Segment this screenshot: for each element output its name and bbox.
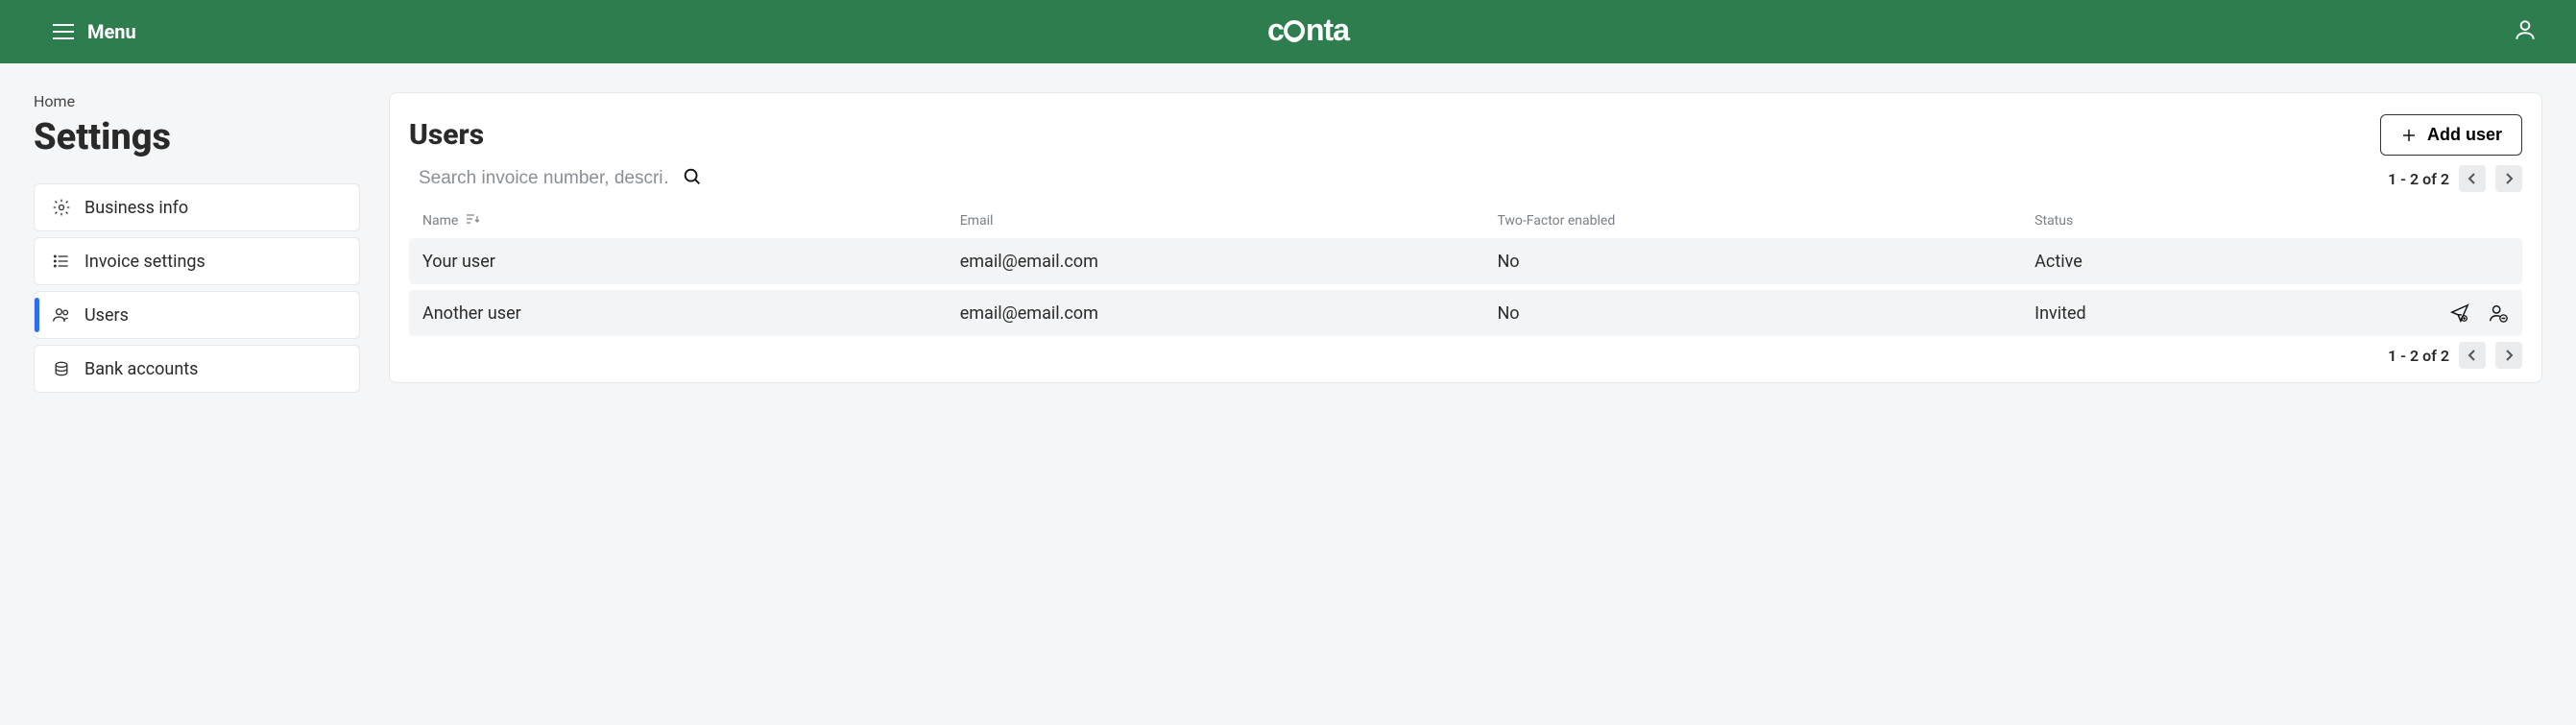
sidebar-item-label: Business info [84, 198, 188, 218]
cell-status: Active [2034, 252, 2384, 272]
resend-invite-icon[interactable] [2449, 302, 2470, 324]
table-row[interactable]: Another user email@email.com No Invited [409, 290, 2522, 336]
pagination-text: 1 - 2 of 2 [2388, 170, 2449, 188]
add-user-button[interactable]: Add user [2380, 114, 2522, 156]
search-input[interactable] [419, 168, 668, 189]
svg-text:nta: nta [1306, 15, 1350, 47]
chevron-right-icon [2504, 173, 2514, 184]
next-page-button[interactable] [2495, 342, 2522, 369]
col-name[interactable]: Name [422, 213, 458, 229]
pagination-top: 1 - 2 of 2 [2388, 165, 2522, 192]
remove-user-icon[interactable] [2488, 302, 2509, 324]
pagination-bottom: 1 - 2 of 2 [2388, 342, 2522, 369]
col-status[interactable]: Status [2034, 213, 2384, 229]
plus-icon [2400, 127, 2418, 144]
app-header: Menu c nta [0, 0, 2576, 63]
sidebar-item-business-info[interactable]: Business info [34, 183, 360, 231]
chevron-left-icon [2468, 173, 2477, 184]
prev-page-button[interactable] [2459, 342, 2486, 369]
cell-tfa: No [1497, 303, 2034, 324]
sort-icon[interactable] [466, 213, 479, 229]
sidebar: Home Settings Business info Invoice sett… [34, 92, 360, 393]
cell-name: Your user [422, 252, 960, 272]
sidebar-item-invoice-settings[interactable]: Invoice settings [34, 237, 360, 285]
svg-text:c: c [1267, 15, 1284, 47]
sidebar-item-users[interactable]: Users [34, 291, 360, 339]
brand-logo: c nta [1267, 15, 1381, 48]
users-icon [52, 305, 71, 325]
next-page-button[interactable] [2495, 165, 2522, 192]
breadcrumb[interactable]: Home [34, 92, 360, 110]
sidebar-item-label: Bank accounts [84, 359, 198, 379]
menu-label: Menu [87, 20, 136, 43]
main-panel: Users Add user 1 - 2 of 2 [389, 92, 2542, 383]
gear-icon [52, 198, 71, 217]
col-email[interactable]: Email [960, 213, 1498, 229]
page-title: Settings [34, 116, 360, 158]
hamburger-icon [53, 24, 74, 39]
add-user-label: Add user [2427, 125, 2502, 145]
menu-button[interactable]: Menu [53, 20, 136, 43]
table-header: Name Email Two-Factor enabled Status [409, 204, 2522, 238]
chevron-left-icon [2468, 350, 2477, 361]
cell-email: email@email.com [960, 252, 1498, 272]
list-icon [52, 252, 71, 271]
coins-icon [52, 359, 71, 378]
cell-name: Another user [422, 303, 960, 324]
panel-title: Users [409, 118, 484, 152]
sidebar-item-label: Invoice settings [84, 252, 205, 272]
cell-status: Invited [2034, 303, 2384, 324]
pagination-text: 1 - 2 of 2 [2388, 347, 2449, 365]
table-row[interactable]: Your user email@email.com No Active [409, 238, 2522, 284]
search-icon[interactable] [682, 166, 703, 191]
sidebar-item-label: Users [84, 305, 129, 326]
col-tfa[interactable]: Two-Factor enabled [1497, 213, 2034, 229]
cell-tfa: No [1497, 252, 2034, 272]
cell-email: email@email.com [960, 303, 1498, 324]
prev-page-button[interactable] [2459, 165, 2486, 192]
profile-icon[interactable] [2513, 17, 2538, 46]
sidebar-item-bank-accounts[interactable]: Bank accounts [34, 345, 360, 393]
chevron-right-icon [2504, 350, 2514, 361]
